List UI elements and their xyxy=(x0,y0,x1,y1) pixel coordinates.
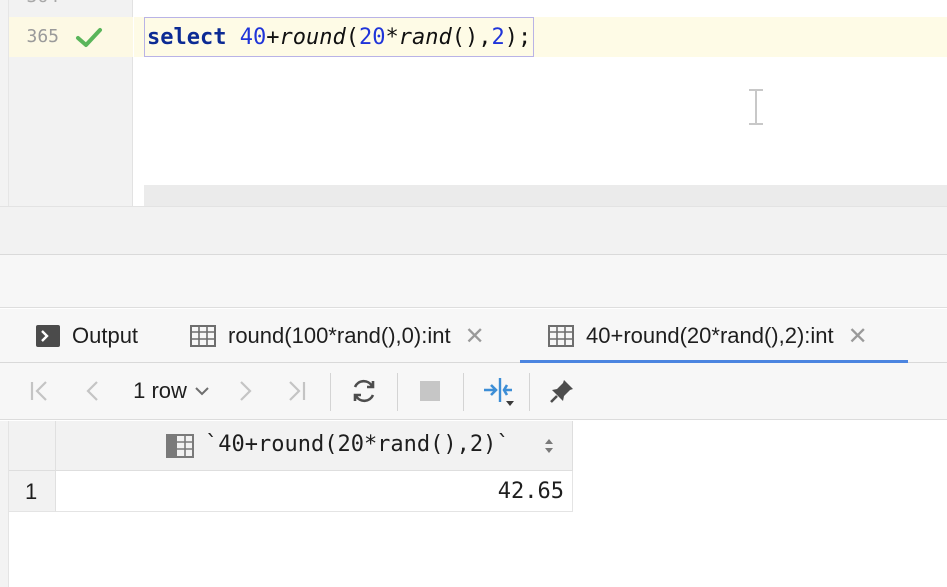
tab-round-20-label: 40+round(20*rand(),2):int xyxy=(586,323,834,348)
line-number: 365 xyxy=(26,26,59,47)
last-page-icon xyxy=(289,381,306,401)
text-cursor-icon xyxy=(749,89,763,125)
tab-output[interactable]: Output xyxy=(36,309,138,363)
toolbar-separator xyxy=(463,373,464,411)
column-header[interactable]: `40+round(20*rand(),2)` xyxy=(56,421,573,471)
code-token: round xyxy=(279,24,346,50)
code-token: rand xyxy=(398,24,452,50)
toolbar-separator xyxy=(330,373,331,411)
tab-round-20[interactable]: 40+round(20*rand(),2):int ✕ xyxy=(548,309,868,363)
close-icon[interactable]: ✕ xyxy=(848,322,868,351)
pin-tab-button[interactable] xyxy=(546,375,578,407)
chevron-down-icon xyxy=(195,387,209,396)
panel-splitter[interactable] xyxy=(0,255,947,308)
compare-button[interactable] xyxy=(478,375,518,407)
check-icon xyxy=(76,28,102,47)
line-number-prev: 364 xyxy=(11,0,59,7)
code-token: ( xyxy=(345,24,359,50)
code-token: + xyxy=(266,24,280,50)
next-page-button[interactable] xyxy=(232,375,260,407)
first-page-icon xyxy=(30,381,47,401)
grid-left-edge xyxy=(0,421,9,587)
pin-icon xyxy=(550,380,573,403)
stop-icon xyxy=(420,381,440,401)
toolbar-separator xyxy=(529,373,530,411)
refresh-icon xyxy=(353,379,375,403)
code-token: ); xyxy=(504,24,532,50)
results-toolbar: 1 row xyxy=(0,363,947,420)
sql-editor[interactable]: 364 365 select 40+round(20*rand(),2); xyxy=(0,0,947,206)
refresh-button[interactable] xyxy=(348,375,380,407)
result-grid: `40+round(20*rand(),2)` 1 42.65 xyxy=(0,421,947,587)
row-count-dropdown[interactable]: 1 row xyxy=(126,375,218,407)
toolbar-separator xyxy=(397,373,398,411)
code-token: (), xyxy=(451,24,492,50)
close-icon[interactable]: ✕ xyxy=(465,322,485,351)
code-token: * xyxy=(385,24,399,50)
code-token: 40 xyxy=(239,24,267,50)
chevron-left-icon xyxy=(86,381,98,401)
compare-arrows-icon xyxy=(484,378,514,406)
row-number-header[interactable] xyxy=(9,421,56,471)
column-header-label: `40+round(20*rand(),2)` xyxy=(205,432,510,457)
table-icon xyxy=(548,325,574,347)
code-token: 2 xyxy=(491,24,505,50)
code-token: select xyxy=(147,24,227,50)
results-tab-bar: Output round(100*rand(),0):int ✕ 40+roun… xyxy=(0,309,947,363)
tab-round-100[interactable]: round(100*rand(),0):int ✕ xyxy=(190,309,485,363)
editor-status-band xyxy=(0,206,947,255)
table-row[interactable]: 1 42.65 xyxy=(9,471,573,512)
chevron-right-icon xyxy=(240,381,252,401)
horizontal-scrollbar[interactable] xyxy=(144,185,947,206)
sort-icon[interactable] xyxy=(543,437,555,455)
column-icon xyxy=(166,434,194,458)
first-page-button[interactable] xyxy=(26,375,54,407)
stop-button[interactable] xyxy=(414,375,446,407)
row-count-label: 1 row xyxy=(133,378,187,403)
previous-page-button[interactable] xyxy=(78,375,106,407)
tab-output-label: Output xyxy=(72,323,139,348)
code-token: 20 xyxy=(358,24,386,50)
table-cell[interactable]: 42.65 xyxy=(56,471,573,512)
code-line[interactable]: select 40 + round(20 * rand (), 2); xyxy=(144,17,535,57)
row-number: 1 xyxy=(9,471,56,512)
console-icon xyxy=(36,325,60,347)
table-icon xyxy=(190,325,216,347)
editor-left-edge xyxy=(0,0,9,206)
last-page-button[interactable] xyxy=(282,375,310,407)
tab-round-100-label: round(100*rand(),0):int xyxy=(228,323,451,348)
